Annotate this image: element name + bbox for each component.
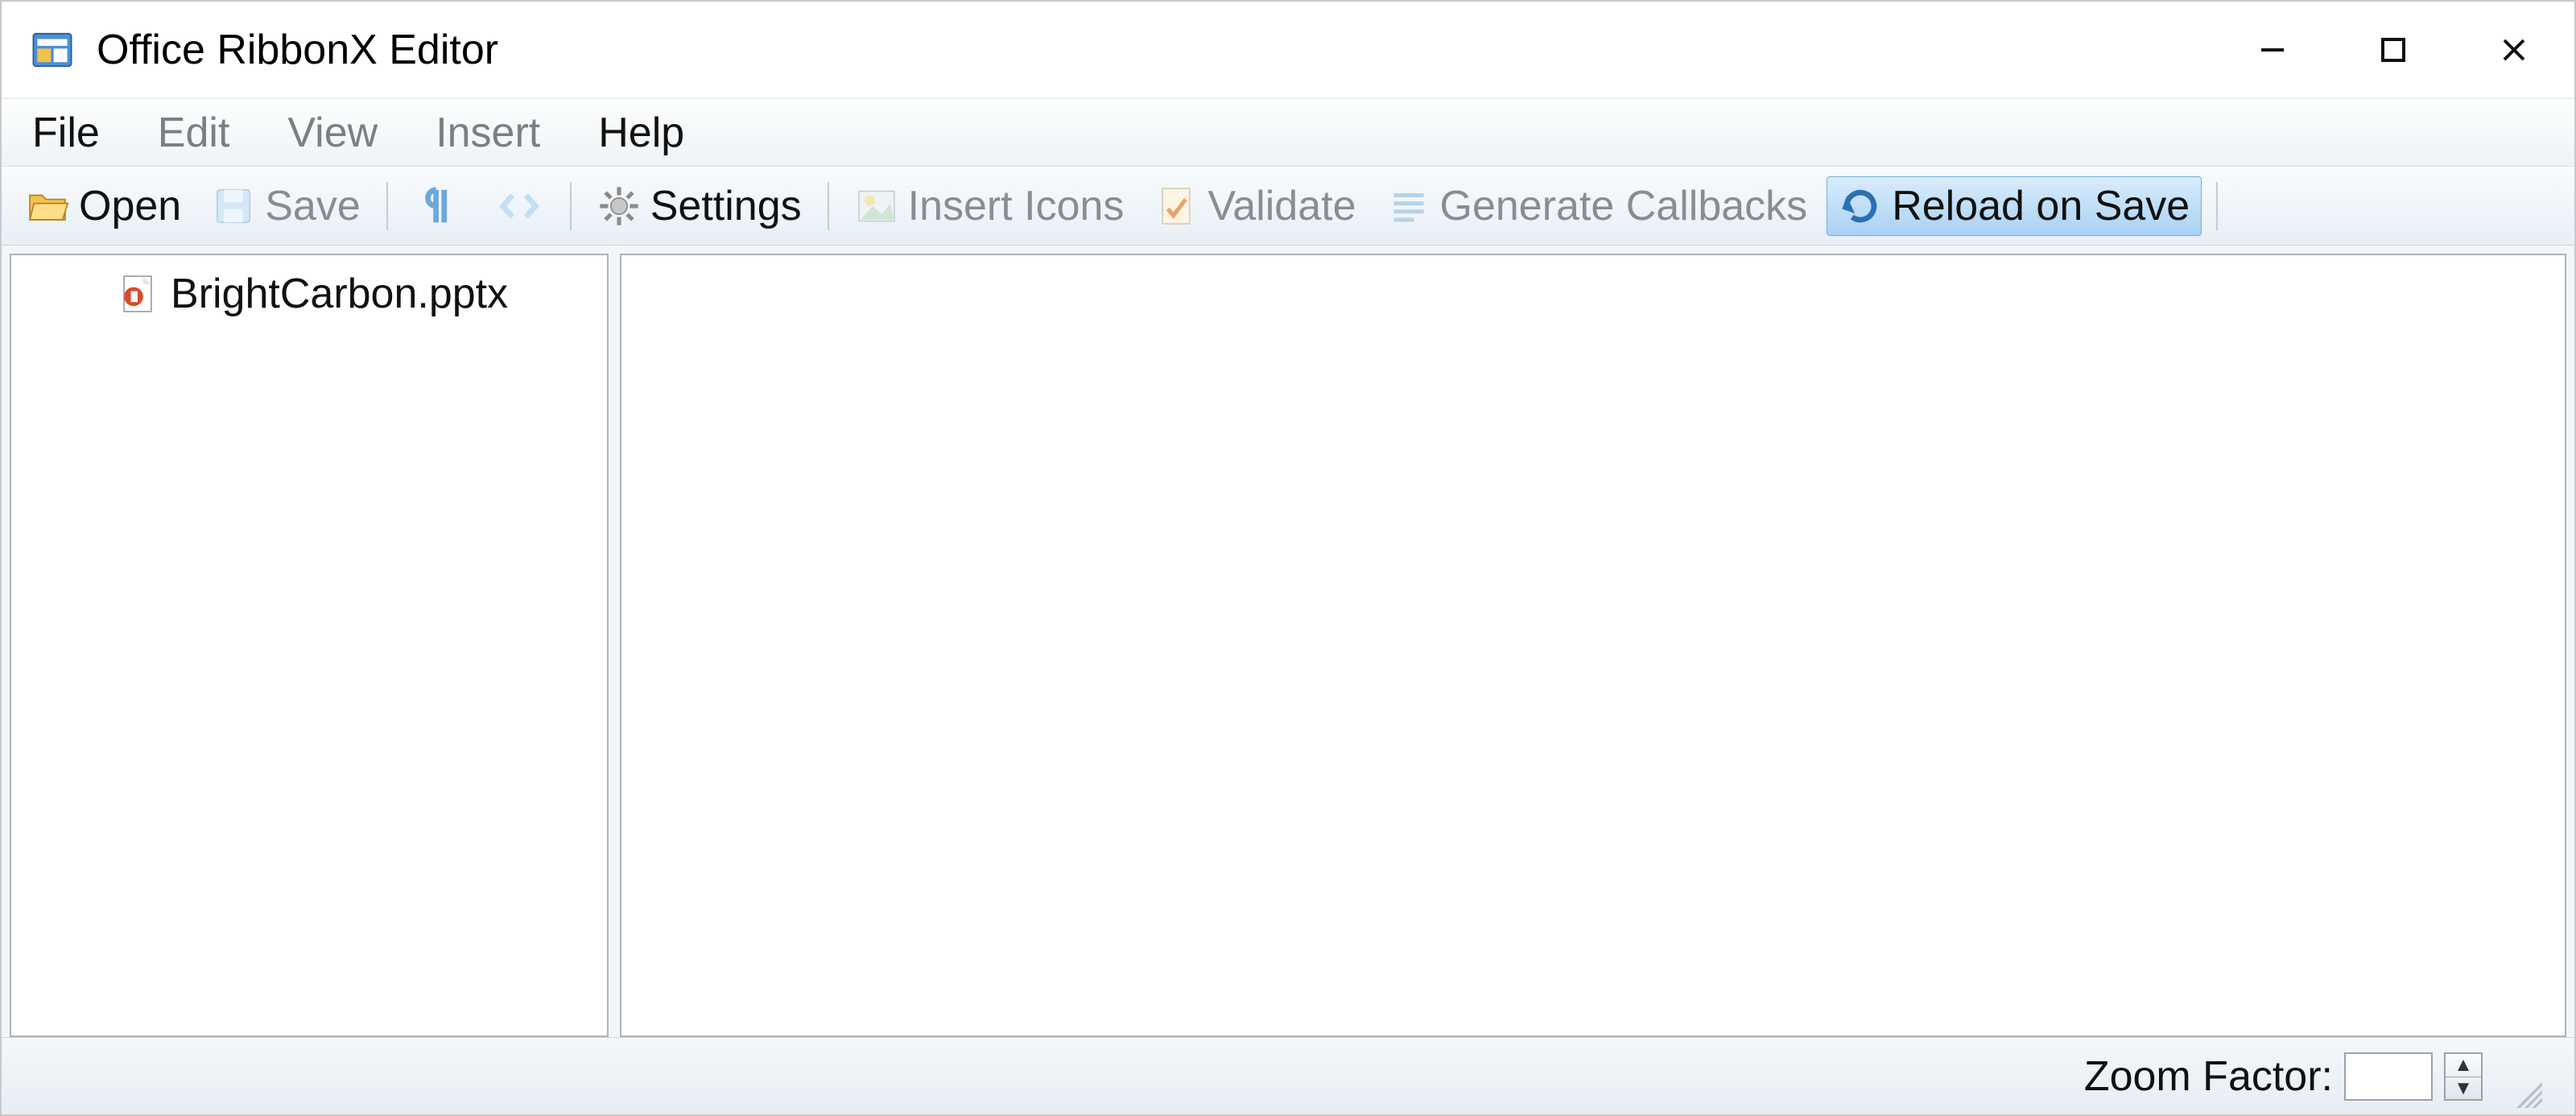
code-tag-icon <box>497 184 541 228</box>
zoom-factor-input[interactable] <box>2344 1052 2433 1101</box>
resize-grip[interactable] <box>2510 1076 2542 1108</box>
generate-callbacks-label: Generate Callbacks <box>1440 182 1808 230</box>
menu-bar: File Edit View Insert Help <box>2 98 2574 167</box>
save-button[interactable]: Save <box>200 177 372 235</box>
close-button[interactable] <box>2454 2 2574 98</box>
xml-editor[interactable] <box>620 254 2566 1037</box>
reload-icon <box>1839 184 1882 228</box>
checkmark-doc-icon <box>1154 184 1198 228</box>
validate-label: Validate <box>1208 182 1356 230</box>
reload-on-save-button[interactable]: Reload on Save <box>1827 176 2202 236</box>
maximize-button[interactable] <box>2333 2 2454 98</box>
reload-on-save-label: Reload on Save <box>1892 182 2190 230</box>
open-label: Open <box>79 182 181 230</box>
toolbar-separator <box>570 182 572 230</box>
zoom-spinner[interactable]: ▲ ▼ <box>2444 1052 2483 1101</box>
menu-file[interactable]: File <box>24 105 108 160</box>
insert-icons-button[interactable]: Insert Icons <box>844 177 1136 235</box>
insert-icons-label: Insert Icons <box>908 182 1125 230</box>
toolbar-separator <box>2216 182 2218 230</box>
open-button[interactable]: Open <box>14 177 192 235</box>
folder-open-icon <box>26 184 69 228</box>
zoom-factor-label: Zoom Factor: <box>2084 1052 2333 1101</box>
tag-button[interactable] <box>483 180 555 233</box>
title-bar: Office RibbonX Editor <box>2 2 2574 98</box>
toolbar-separator <box>386 182 388 230</box>
body-area: BrightCarbon.pptx <box>2 246 2574 1037</box>
validate-button[interactable]: Validate <box>1143 177 1367 235</box>
generate-callbacks-button[interactable]: Generate Callbacks <box>1376 177 1819 235</box>
spinner-up-icon[interactable]: ▲ <box>2446 1054 2481 1077</box>
window-title: Office RibbonX Editor <box>97 26 498 74</box>
minimize-button[interactable] <box>2212 2 2333 98</box>
menu-insert[interactable]: Insert <box>427 105 548 160</box>
menu-edit[interactable]: Edit <box>150 105 238 160</box>
toolbar-separator <box>828 182 829 230</box>
pptx-file-icon <box>116 272 159 316</box>
gear-icon <box>597 184 641 228</box>
pilcrow-icon <box>417 184 460 228</box>
status-bar: Zoom Factor: ▲ ▼ <box>2 1037 2574 1114</box>
menu-view[interactable]: View <box>279 105 386 160</box>
save-label: Save <box>265 182 361 230</box>
toolbar: Open Save <box>2 167 2574 246</box>
app-icon <box>31 28 74 72</box>
settings-label: Settings <box>650 182 802 230</box>
settings-button[interactable]: Settings <box>586 177 813 235</box>
lines-icon <box>1387 184 1430 228</box>
window-controls <box>2212 2 2574 98</box>
tree-item[interactable]: BrightCarbon.pptx <box>11 255 607 318</box>
pilcrow-button[interactable] <box>402 180 475 233</box>
picture-icon <box>855 184 898 228</box>
spinner-down-icon[interactable]: ▼ <box>2446 1077 2481 1100</box>
floppy-disk-icon <box>212 184 255 228</box>
menu-help[interactable]: Help <box>590 105 692 160</box>
app-window: Office RibbonX Editor File Edit View Ins… <box>0 0 2576 1116</box>
document-tree[interactable]: BrightCarbon.pptx <box>10 254 609 1037</box>
tree-item-label: BrightCarbon.pptx <box>171 270 508 318</box>
